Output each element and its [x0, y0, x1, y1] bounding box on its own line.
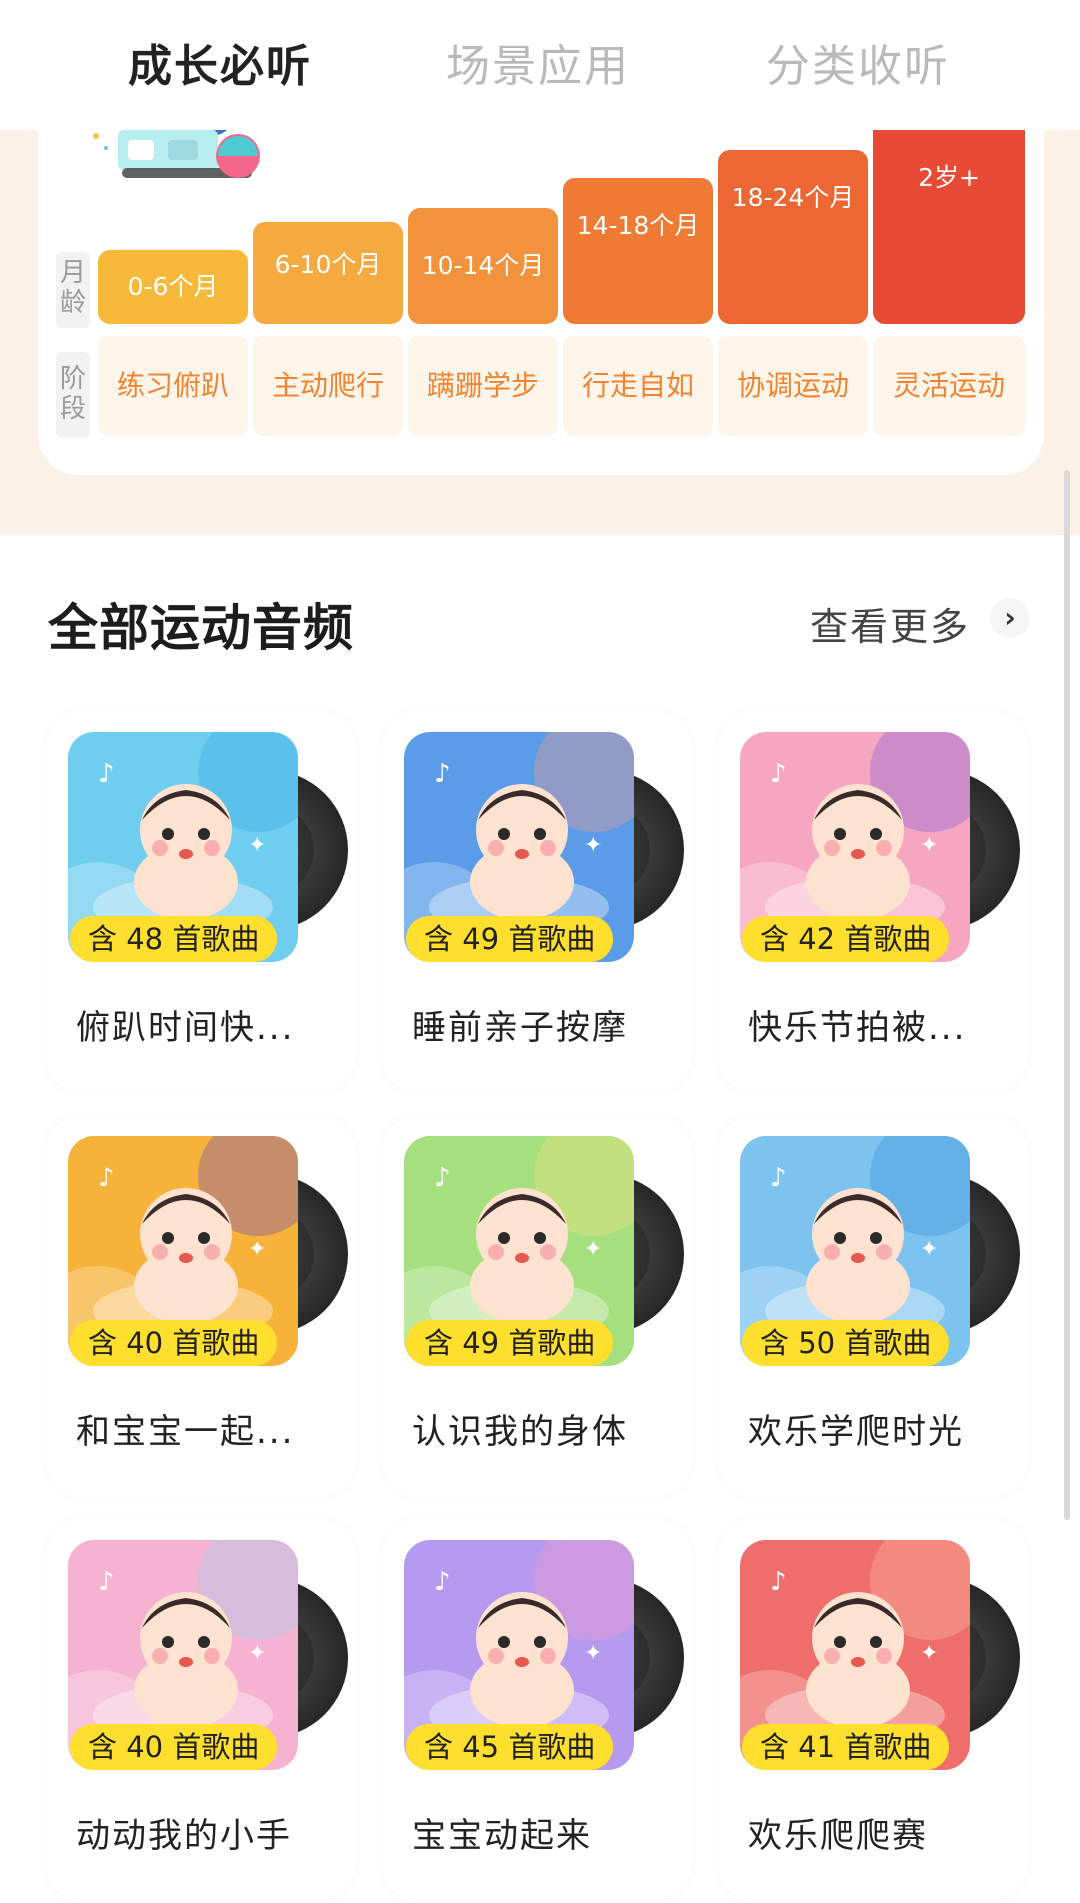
- svg-text:♪: ♪: [770, 1567, 787, 1597]
- card-title[interactable]: 俯趴时间快...: [76, 1000, 294, 1049]
- album-cover: ♪ ✦ 含 48 首歌曲: [68, 732, 348, 972]
- audio-card[interactable]: ♪ ✦ 含 41 首歌曲欢乐爬爬赛: [718, 1520, 1028, 1900]
- audio-card[interactable]: ♪ ✦ 含 50 首歌曲欢乐学爬时光: [718, 1116, 1028, 1496]
- svg-text:♪: ♪: [770, 759, 787, 789]
- song-count-badge: 含 42 首歌曲: [742, 916, 950, 962]
- song-count-badge: 含 41 首歌曲: [742, 1724, 950, 1770]
- svg-text:♪: ♪: [98, 759, 115, 789]
- age-bar-2[interactable]: 10-14个月: [408, 208, 558, 324]
- tab-scene[interactable]: 场景应用: [446, 30, 630, 94]
- svg-text:♪: ♪: [98, 1567, 115, 1597]
- card-title[interactable]: 欢乐学爬时光: [748, 1404, 964, 1453]
- song-count-badge: 含 49 首歌曲: [406, 1320, 614, 1366]
- card-title[interactable]: 睡前亲子按摩: [412, 1000, 628, 1049]
- card-title[interactable]: 和宝宝一起...: [76, 1404, 294, 1453]
- audio-card[interactable]: ♪ ✦ 含 49 首歌曲认识我的身体: [382, 1116, 692, 1496]
- song-count-badge: 含 40 首歌曲: [70, 1320, 278, 1366]
- svg-text:✦: ✦: [584, 833, 602, 858]
- section-title: 全部运动音频: [48, 599, 354, 657]
- age-bar-1[interactable]: 6-10个月: [253, 222, 403, 324]
- song-count-badge: 含 49 首歌曲: [406, 916, 614, 962]
- svg-text:✦: ✦: [920, 1237, 938, 1262]
- svg-text:✦: ✦: [584, 1641, 602, 1666]
- song-count-badge: 含 50 首歌曲: [742, 1320, 950, 1366]
- age-row-label: 月龄: [56, 252, 90, 328]
- age-bar-3[interactable]: 14-18个月: [563, 178, 713, 324]
- tab-growth[interactable]: 成长必听: [128, 30, 312, 94]
- stage-row-label: 阶段: [56, 352, 90, 438]
- audio-card[interactable]: ♪ ✦ 含 45 首歌曲宝宝动起来: [382, 1520, 692, 1900]
- svg-text:✦: ✦: [248, 1237, 266, 1262]
- audio-card[interactable]: ♪ ✦ 含 40 首歌曲动动我的小手: [46, 1520, 356, 1900]
- album-cover: ♪ ✦ 含 49 首歌曲: [404, 732, 684, 972]
- stage-label-5[interactable]: 灵活运动: [873, 336, 1025, 436]
- card-title[interactable]: 快乐节拍被...: [748, 1000, 966, 1049]
- album-cover: ♪ ✦ 含 40 首歌曲: [68, 1136, 348, 1376]
- stage-label-3[interactable]: 行走自如: [563, 336, 713, 436]
- album-cover: ♪ ✦ 含 41 首歌曲: [740, 1540, 1020, 1780]
- svg-text:✦: ✦: [248, 1641, 266, 1666]
- audio-card[interactable]: ♪ ✦ 含 42 首歌曲快乐节拍被...: [718, 712, 1028, 1092]
- album-cover: ♪ ✦ 含 45 首歌曲: [404, 1540, 684, 1780]
- svg-text:♪: ♪: [434, 1163, 451, 1193]
- album-cover: ♪ ✦ 含 42 首歌曲: [740, 732, 1020, 972]
- mascot-illustration: [93, 126, 260, 178]
- svg-text:♪: ♪: [434, 1567, 451, 1597]
- svg-text:♪: ♪: [98, 1163, 115, 1193]
- stage-label-1[interactable]: 主动爬行: [253, 336, 403, 436]
- album-cover: ♪ ✦ 含 49 首歌曲: [404, 1136, 684, 1376]
- card-title[interactable]: 认识我的身体: [412, 1404, 628, 1453]
- svg-text:✦: ✦: [584, 1237, 602, 1262]
- tab-category[interactable]: 分类收听: [766, 30, 950, 94]
- audio-card[interactable]: ♪ ✦ 含 40 首歌曲和宝宝一起...: [46, 1116, 356, 1496]
- card-title[interactable]: 动动我的小手: [76, 1808, 292, 1857]
- stage-label-4[interactable]: 协调运动: [718, 336, 868, 436]
- album-cover: ♪ ✦ 含 50 首歌曲: [740, 1136, 1020, 1376]
- stage-label-2[interactable]: 蹒跚学步: [408, 336, 558, 436]
- chevron-right-icon[interactable]: ›: [990, 598, 1030, 638]
- song-count-badge: 含 45 首歌曲: [406, 1724, 614, 1770]
- svg-text:✦: ✦: [920, 1641, 938, 1666]
- view-more-link[interactable]: 查看更多: [810, 596, 970, 651]
- top-tab-bar: 成长必听 场景应用 分类收听: [0, 0, 1080, 130]
- audio-card[interactable]: ♪ ✦ 含 48 首歌曲俯趴时间快...: [46, 712, 356, 1092]
- audio-card[interactable]: ♪ ✦ 含 49 首歌曲睡前亲子按摩: [382, 712, 692, 1092]
- svg-text:♪: ♪: [770, 1163, 787, 1193]
- card-title[interactable]: 宝宝动起来: [412, 1808, 592, 1857]
- age-bar-5[interactable]: 2岁+: [873, 130, 1025, 324]
- scrollbar[interactable]: [1064, 470, 1070, 1520]
- age-bar-4[interactable]: 18-24个月: [718, 150, 868, 324]
- age-bar-0[interactable]: 0-6个月: [98, 250, 248, 324]
- album-cover: ♪ ✦ 含 40 首歌曲: [68, 1540, 348, 1780]
- svg-text:✦: ✦: [248, 833, 266, 858]
- stage-label-0[interactable]: 练习俯趴: [98, 336, 248, 436]
- svg-text:✦: ✦: [920, 833, 938, 858]
- card-title[interactable]: 欢乐爬爬赛: [748, 1808, 928, 1857]
- song-count-badge: 含 48 首歌曲: [70, 916, 278, 962]
- song-count-badge: 含 40 首歌曲: [70, 1724, 278, 1770]
- svg-text:♪: ♪: [434, 759, 451, 789]
